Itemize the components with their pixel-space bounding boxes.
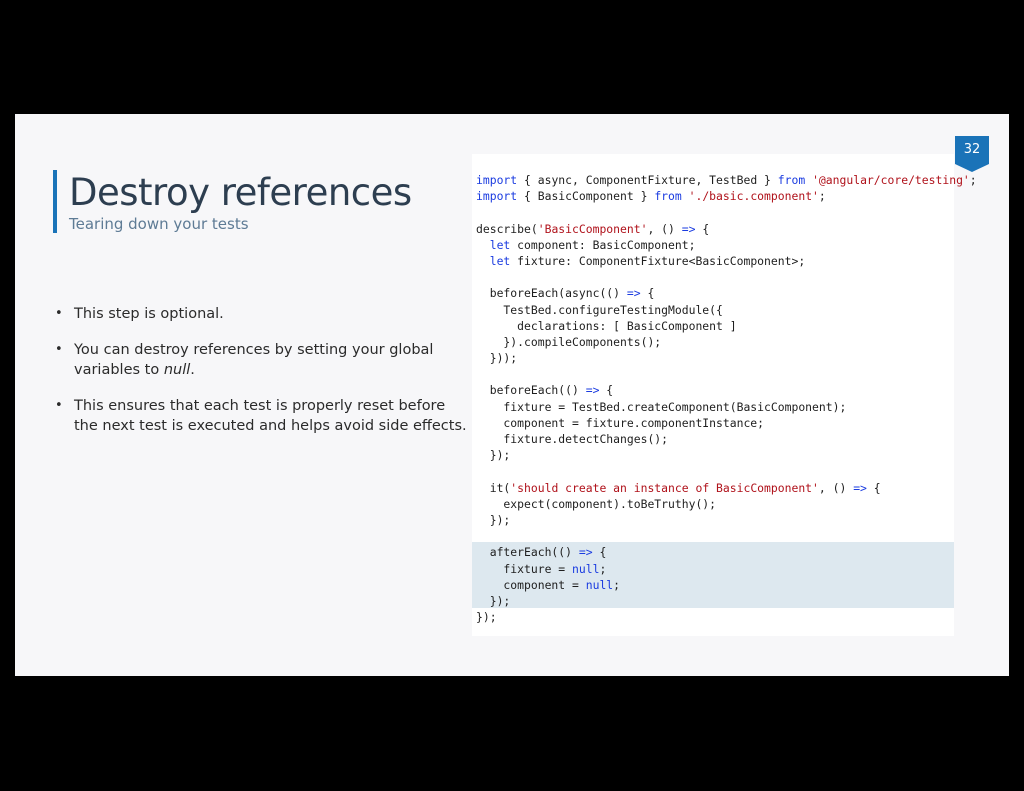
code-line: }); — [476, 512, 511, 527]
code-line: let fixture: ComponentFixture<BasicCompo… — [489, 253, 806, 268]
bullet-suffix: . — [190, 362, 195, 378]
code-line: ​ — [476, 463, 977, 479]
code-line: let component: BasicComponent; — [489, 237, 696, 252]
code-line: beforeEach(async(() => { — [476, 286, 655, 301]
bullet-dot-icon: • — [55, 342, 63, 357]
code-line: ​ — [476, 204, 977, 220]
code-line: component = fixture.componentInstance; — [476, 415, 765, 430]
code-line: component = null; — [476, 577, 621, 592]
slide: Destroy references Tearing down your tes… — [15, 114, 1009, 676]
code-line: declarations: [ BasicComponent ] — [476, 318, 737, 333]
page-number-badge: 32 — [955, 136, 989, 172]
code-line: ​ — [476, 366, 977, 382]
bullet-dot-icon: • — [55, 398, 63, 413]
code-line: describe('BasicComponent', () => { — [476, 221, 710, 236]
code-panel: import { async, ComponentFixture, TestBe… — [472, 154, 977, 636]
code-block: import { async, ComponentFixture, TestBe… — [476, 172, 977, 625]
code-line: TestBed.configureTestingModule({ — [476, 302, 723, 317]
bullet-text: This ensures that each test is properly … — [74, 398, 467, 434]
code-line: })); — [476, 351, 518, 366]
bullet-emphasis: null — [163, 362, 191, 378]
title-accent-bar — [53, 170, 57, 233]
code-line: afterEach(() => { — [476, 545, 607, 560]
bullet-item: • This ensures that each test is properly… — [53, 396, 473, 436]
code-line: }).compileComponents(); — [476, 334, 662, 349]
code-line: ​ — [476, 528, 977, 544]
bullet-item: • This step is optional. — [53, 304, 473, 324]
code-line: beforeEach(() => { — [476, 383, 614, 398]
bullet-dot-icon: • — [55, 306, 63, 321]
code-line: import { async, ComponentFixture, TestBe… — [476, 173, 977, 187]
code-line: }); — [476, 593, 511, 608]
code-line: it('should create an instance of BasicCo… — [476, 480, 881, 495]
bullet-text: This step is optional. — [74, 306, 224, 322]
code-line: fixture = TestBed.createComponent(BasicC… — [476, 399, 847, 414]
code-line: fixture.detectChanges(); — [476, 432, 669, 446]
code-line: expect(component).toBeTruthy(); — [476, 496, 717, 511]
slide-subtitle: Tearing down your tests — [69, 215, 249, 233]
code-line: import { BasicComponent } from './basic.… — [476, 189, 826, 204]
bullet-text: You can destroy references by setting yo… — [74, 342, 434, 378]
bullet-item: • You can destroy references by setting y… — [53, 340, 473, 380]
code-line: }); — [476, 448, 511, 463]
code-line: }); — [476, 610, 497, 625]
page-number: 32 — [963, 142, 981, 157]
bullet-list: • This step is optional. • You can destroy … — [53, 304, 473, 452]
slide-title: Destroy references — [69, 171, 412, 214]
code-line: ​ — [476, 269, 977, 285]
code-line: fixture = null; — [476, 561, 607, 576]
